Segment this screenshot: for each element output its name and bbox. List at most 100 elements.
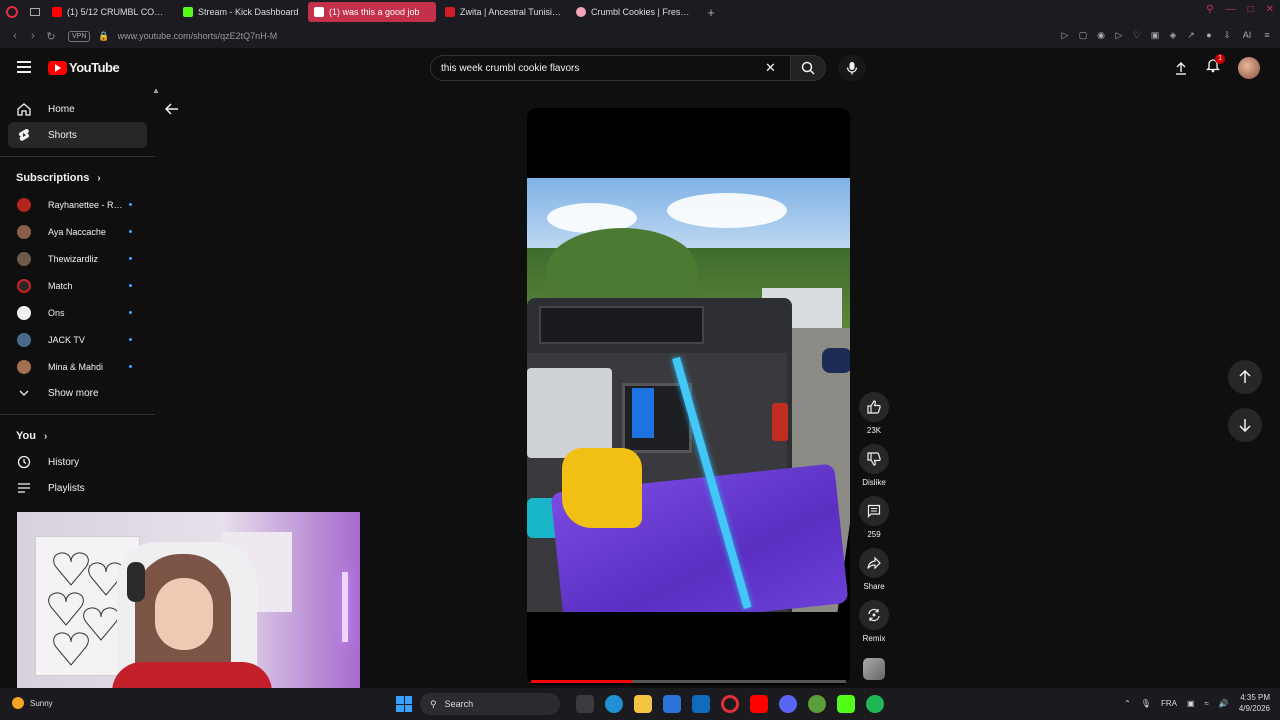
channel-name: JACK TV	[48, 334, 85, 345]
store-icon[interactable]	[663, 695, 681, 713]
shield-icon[interactable]: ◉	[1096, 30, 1106, 41]
kick-app-icon[interactable]	[837, 695, 855, 713]
sidebar-subscription-item[interactable]: Thewizardliz	[8, 245, 147, 272]
discord-icon[interactable]	[779, 695, 797, 713]
sidebar-item-label: Home	[48, 103, 75, 115]
spotify-icon[interactable]	[866, 695, 884, 713]
heart-icon[interactable]: ♡	[1132, 30, 1142, 41]
new-tab-button[interactable]: +	[701, 2, 721, 22]
show-more-button[interactable]: Show more	[8, 380, 147, 406]
sidebar-subscription-item[interactable]: JACK TV	[8, 326, 147, 353]
taskbar-clock[interactable]: 4:35 PM 4/9/2026	[1239, 692, 1270, 714]
profile-icon[interactable]: ●	[1204, 30, 1214, 41]
url-field[interactable]: www.youtube.com/shorts/qzE2tQ7nH-M	[118, 31, 278, 41]
back-icon[interactable]: ‹	[6, 30, 24, 42]
task-view-icon[interactable]	[576, 695, 594, 713]
tab-title: Stream - Kick Dashboard	[198, 7, 299, 17]
share-icon[interactable]: ↗	[1186, 30, 1196, 41]
like-count: 23K	[866, 426, 882, 435]
microphone-icon[interactable]: 🎙	[1141, 699, 1151, 708]
browser-tab[interactable]: (1) 5/12 CRUMBL COOKIE	[46, 2, 174, 22]
ai-button[interactable]: AI	[1240, 30, 1254, 41]
led-light	[342, 572, 348, 642]
shorts-video-player[interactable]	[527, 108, 850, 685]
minimize-icon[interactable]: —	[1226, 4, 1236, 15]
opera-icon[interactable]	[721, 695, 739, 713]
opera-logo-icon[interactable]	[0, 0, 24, 24]
browser-tab-bar: (1) 5/12 CRUMBL COOKIE Stream - Kick Das…	[0, 0, 1280, 24]
maximize-icon[interactable]: □	[1248, 4, 1254, 15]
sidebar-subscription-item[interactable]: Match	[8, 272, 147, 299]
share-button[interactable]: Share	[856, 548, 892, 600]
sidebar-item-playlists[interactable]: Playlists	[8, 475, 147, 501]
file-explorer-icon[interactable]	[634, 695, 652, 713]
remix-button[interactable]: Remix	[856, 600, 892, 652]
clear-search-icon[interactable]: ✕	[765, 60, 776, 76]
comment-count: 259	[867, 530, 881, 539]
volume-icon[interactable]: 🔊	[1219, 699, 1229, 708]
extension-icons: ▷ ▢ ◉ ▷ ♡ ▣ ◈ ↗ ● ⇩ AI ≡	[1060, 30, 1272, 41]
header-actions: 1	[1174, 54, 1260, 79]
voice-search-button[interactable]	[838, 55, 866, 81]
browser-tab[interactable]: Zwita | Ancestral Tunisian	[439, 2, 567, 22]
sound-thumbnail[interactable]	[863, 658, 885, 680]
back-arrow-icon[interactable]	[164, 102, 183, 120]
weather-widget[interactable]: Sunny	[12, 697, 53, 709]
extension-square-icon[interactable]: ▣	[1150, 30, 1160, 41]
edge-icon[interactable]	[605, 695, 623, 713]
sidebar-subscription-item[interactable]: Ons	[8, 299, 147, 326]
previous-short-button[interactable]	[1228, 360, 1262, 394]
download-icon[interactable]: ⇩	[1222, 30, 1232, 41]
sidebar-item-shorts[interactable]: Shorts	[8, 122, 147, 148]
comments-button[interactable]: 259	[856, 496, 892, 548]
puzzle-icon[interactable]: ◈	[1168, 30, 1178, 41]
search-tabs-icon[interactable]: ⚲	[1206, 4, 1213, 15]
subscriptions-header[interactable]: Subscriptions ›	[16, 165, 139, 191]
browser-tab[interactable]: Stream - Kick Dashboard	[177, 2, 305, 22]
youtube-app-icon[interactable]	[750, 695, 768, 713]
video-frame[interactable]	[527, 178, 850, 612]
close-window-icon[interactable]: ✕	[1266, 4, 1274, 15]
next-short-button[interactable]	[1228, 408, 1262, 442]
sidebar-subscription-item[interactable]: Mina & Mahdi	[8, 353, 147, 380]
you-header[interactable]: You ›	[16, 423, 139, 449]
xbox-icon[interactable]	[808, 695, 826, 713]
chevron-up-icon[interactable]: ⌃	[1124, 699, 1131, 708]
vpn-badge[interactable]: VPN	[68, 30, 91, 42]
language-indicator[interactable]: FRA	[1161, 699, 1177, 708]
menu-icon[interactable]: ≡	[1262, 30, 1272, 41]
account-avatar[interactable]	[1238, 57, 1260, 79]
video-progress-bar[interactable]	[531, 680, 846, 683]
windows-start-icon[interactable]	[396, 696, 412, 712]
search-input[interactable]: this week crumbl cookie flavors	[430, 55, 793, 81]
new-content-dot	[129, 365, 132, 368]
notifications-button[interactable]: 1	[1205, 54, 1225, 78]
wifi-icon[interactable]: ≈	[1205, 699, 1209, 708]
sidebar-item-history[interactable]: History	[8, 449, 147, 475]
sidebar-toggle-icon[interactable]	[24, 0, 46, 24]
like-button[interactable]: 23K	[856, 392, 892, 444]
reload-icon[interactable]: ↻	[42, 30, 60, 43]
play-icon[interactable]: ▷	[1114, 30, 1124, 41]
bookmark-icon[interactable]: ▷	[1060, 30, 1070, 41]
browser-tab[interactable]: Crumbl Cookies | Fresh ba	[570, 2, 698, 22]
network-icon[interactable]: ▣	[1187, 699, 1195, 708]
taskbar-search-box[interactable]: ⚲ Search	[420, 693, 560, 715]
remix-label: Remix	[862, 634, 886, 643]
sidebar-item-home[interactable]: Home	[8, 96, 147, 122]
menu-icon[interactable]	[17, 61, 31, 73]
dislike-button[interactable]: Dislike	[856, 444, 892, 496]
snapshot-icon[interactable]: ▢	[1078, 30, 1088, 41]
lock-icon[interactable]: 🔒	[98, 31, 109, 42]
tab-title: (1) was this a good job	[329, 7, 420, 17]
sidebar-subscription-item[interactable]: Aya Naccache	[8, 218, 147, 245]
youtube-logo[interactable]: YouTube	[48, 60, 120, 75]
sidebar-subscription-item[interactable]: Rayhanettee - Ra...	[8, 191, 147, 218]
browser-tab-active[interactable]: (1) was this a good job	[308, 2, 436, 22]
outlook-icon[interactable]	[692, 695, 710, 713]
forward-icon[interactable]: ›	[24, 30, 42, 42]
upload-icon[interactable]	[1174, 61, 1188, 75]
search-button[interactable]	[790, 55, 826, 81]
history-icon	[16, 455, 32, 469]
shorts-navigation	[1228, 360, 1262, 456]
